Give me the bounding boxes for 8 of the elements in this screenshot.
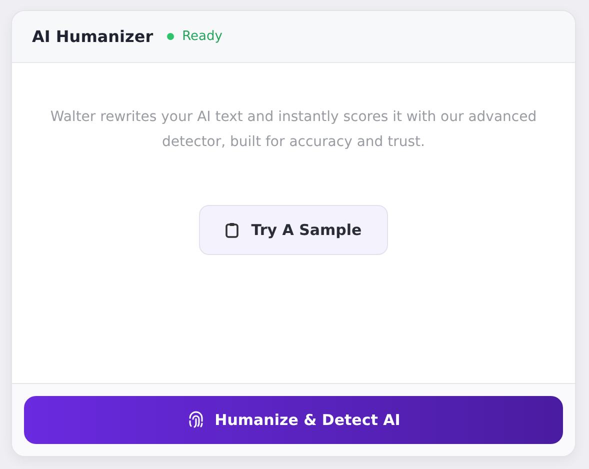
try-sample-button[interactable]: Try A Sample — [199, 205, 388, 255]
panel-title: AI Humanizer — [32, 27, 154, 46]
description-text: Walter rewrites your AI text and instantly scores it with our advanced detector, built for accuracy and trust. — [49, 108, 538, 152]
status-dot-icon — [167, 33, 174, 40]
status-label: Ready — [182, 29, 222, 44]
fingerprint-icon — [186, 411, 205, 429]
humanize-button[interactable]: Humanize & Detect AI — [24, 396, 563, 444]
clipboard-icon — [225, 222, 240, 238]
